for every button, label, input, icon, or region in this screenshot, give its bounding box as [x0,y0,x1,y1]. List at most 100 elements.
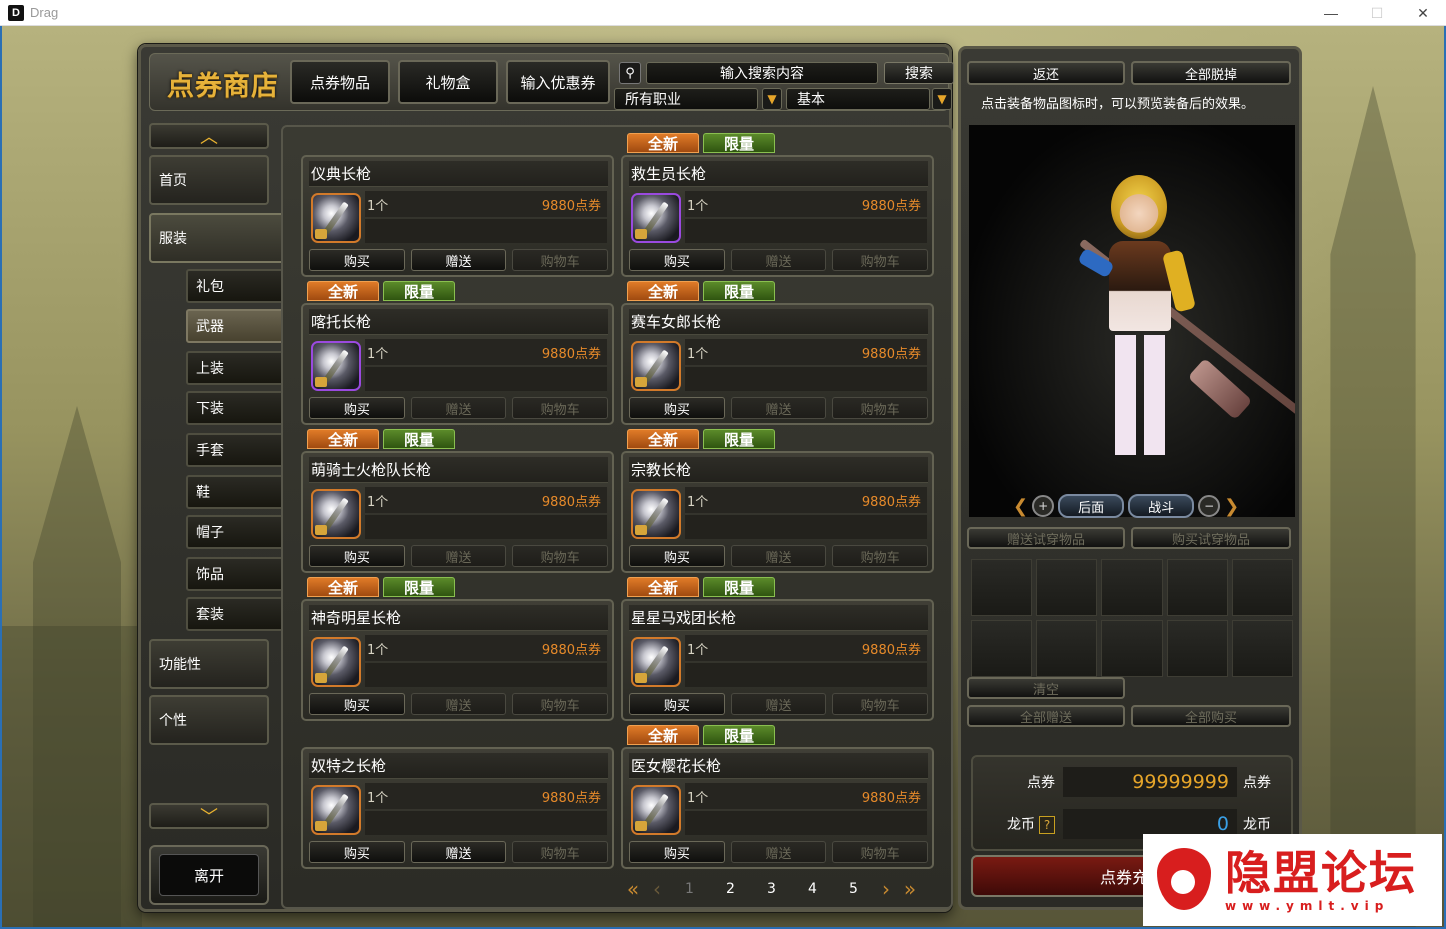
spear-icon[interactable] [311,193,361,243]
nav-sub-item[interactable]: 鞋 [186,475,294,509]
page-number[interactable]: 1 [669,881,710,897]
cart-button[interactable]: 购物车 [512,693,609,715]
trial-slot[interactable] [1101,620,1163,677]
trial-slot[interactable] [1036,559,1098,616]
first-page-icon[interactable]: « [621,877,645,901]
prev-page-icon[interactable]: ‹ [645,877,669,901]
clear-button[interactable]: 清空 [967,677,1125,699]
nav-sub-item[interactable]: 下装 [186,391,294,425]
nav-sub-item[interactable]: 上装 [186,351,294,385]
page-number[interactable]: 4 [792,881,833,897]
cart-button[interactable]: 购物车 [832,249,929,271]
buy-trial-button[interactable]: 购买试穿物品 [1131,527,1291,549]
character-preview[interactable] [969,125,1295,517]
nav-clothing[interactable]: 服装 [149,213,291,263]
help-icon[interactable]: ? [1039,816,1055,834]
nav-sub-item[interactable]: 礼包 [186,269,294,303]
trial-slot[interactable] [1231,620,1293,677]
buy-all-button[interactable]: 全部购买 [1131,705,1291,727]
spear-icon[interactable] [311,785,361,835]
nav-sub-item[interactable]: 帽子 [186,515,294,549]
nav-functional[interactable]: 功能性 [149,639,269,689]
buy-button[interactable]: 购买 [629,545,725,567]
trial-slot[interactable] [971,620,1033,677]
nav-home[interactable]: 首页 [149,155,269,205]
cart-button[interactable]: 购物车 [832,693,929,715]
spear-icon[interactable] [631,341,681,391]
gift-button[interactable]: 赠送 [410,249,507,271]
buy-button[interactable]: 购买 [309,397,405,419]
trial-slot[interactable] [1036,620,1098,677]
undress-all-button[interactable]: 全部脱掉 [1131,61,1291,85]
tab-gift-box[interactable]: 礼物盒 [398,60,498,104]
spear-icon[interactable] [311,341,361,391]
next-page-icon[interactable]: › [874,877,898,901]
spear-icon[interactable] [311,489,361,539]
cart-button[interactable]: 购物车 [512,841,609,863]
job-select-chevron-icon[interactable]: ▼ [762,88,782,110]
zoom-out-icon[interactable]: − [1198,495,1221,517]
cart-button[interactable]: 购物车 [832,545,929,567]
rotate-right-icon[interactable]: ❯ [1224,496,1239,517]
gift-button[interactable]: 赠送 [730,841,827,863]
trial-slot[interactable] [1166,559,1228,616]
battle-pose-button[interactable]: 战斗 [1128,494,1195,518]
gift-button[interactable]: 赠送 [410,841,507,863]
gift-button[interactable]: 赠送 [730,397,827,419]
trial-slot[interactable] [1101,559,1163,616]
cart-button[interactable]: 购物车 [512,249,609,271]
gift-trial-button[interactable]: 赠送试穿物品 [967,527,1125,549]
gift-all-button[interactable]: 全部赠送 [967,705,1125,727]
cart-button[interactable]: 购物车 [832,841,929,863]
close-button[interactable]: ✕ [1400,0,1446,26]
nav-scroll-down-button[interactable]: ﹀ [149,803,269,829]
zoom-in-icon[interactable]: + [1032,495,1055,517]
search-button[interactable]: 搜索 [884,62,954,84]
spear-icon[interactable] [631,193,681,243]
gift-button[interactable]: 赠送 [410,693,507,715]
return-button[interactable]: 返还 [967,61,1125,85]
cart-button[interactable]: 购物车 [512,397,609,419]
buy-button[interactable]: 购买 [629,397,725,419]
cart-button[interactable]: 购物车 [832,397,929,419]
buy-button[interactable]: 购买 [309,841,405,863]
rotate-left-icon[interactable]: ❮ [1013,496,1028,517]
nav-personal[interactable]: 个性 [149,695,269,745]
nav-sub-item[interactable]: 套装 [186,597,294,631]
buy-button[interactable]: 购买 [629,249,725,271]
spear-icon[interactable] [631,489,681,539]
cart-button[interactable]: 购物车 [512,545,609,567]
gift-button[interactable]: 赠送 [730,249,827,271]
type-select[interactable]: 基本 [786,88,930,110]
page-number[interactable]: 5 [833,881,874,897]
tab-cash-items[interactable]: 点券物品 [290,60,390,104]
search-input[interactable]: 输入搜索内容 [646,62,878,84]
gift-button[interactable]: 赠送 [730,545,827,567]
gift-button[interactable]: 赠送 [730,693,827,715]
spear-icon[interactable] [631,785,681,835]
trial-slot[interactable] [1166,620,1228,677]
tab-coupon[interactable]: 输入优惠券 [506,60,610,104]
minimize-button[interactable]: — [1308,0,1354,26]
page-number[interactable]: 3 [751,881,792,897]
back-view-button[interactable]: 后面 [1058,494,1125,518]
nav-sub-item[interactable]: 手套 [186,433,294,467]
leave-button[interactable]: 离开 [149,845,269,905]
gift-button[interactable]: 赠送 [410,545,507,567]
nav-scroll-up-button[interactable]: ︿ [149,123,269,149]
nav-sub-item[interactable]: 饰品 [186,557,294,591]
maximize-button[interactable]: ☐ [1354,0,1400,26]
buy-button[interactable]: 购买 [629,841,725,863]
buy-button[interactable]: 购买 [309,545,405,567]
page-number[interactable]: 2 [710,881,751,897]
buy-button[interactable]: 购买 [629,693,725,715]
buy-button[interactable]: 购买 [309,693,405,715]
buy-button[interactable]: 购买 [309,249,405,271]
nav-sub-item[interactable]: 武器 [186,309,294,343]
gift-button[interactable]: 赠送 [410,397,507,419]
trial-slot[interactable] [1231,559,1293,616]
spear-icon[interactable] [311,637,361,687]
type-select-chevron-icon[interactable]: ▼ [932,88,952,110]
last-page-icon[interactable]: » [898,877,922,901]
trial-slot[interactable] [971,559,1033,616]
